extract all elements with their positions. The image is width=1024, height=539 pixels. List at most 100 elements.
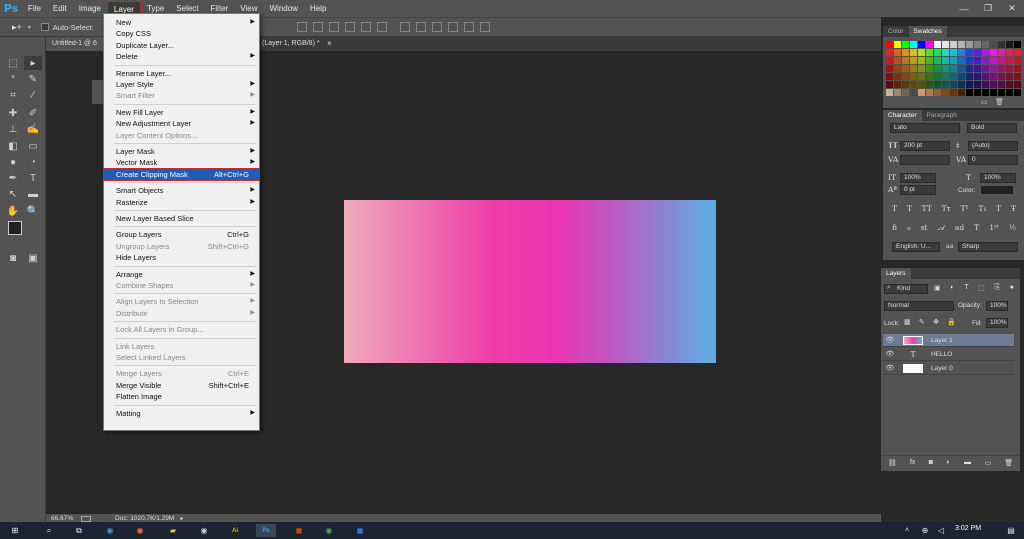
baseline-shift-field[interactable]: 0 pt	[900, 185, 936, 195]
color-swatch[interactable]	[982, 89, 989, 96]
color-swatch[interactable]	[982, 41, 989, 48]
color-swatch[interactable]	[886, 41, 893, 48]
gradient-tool-icon[interactable]: ▭	[24, 139, 42, 153]
move-tool-icon[interactable]: ▸	[24, 56, 42, 70]
menu-help[interactable]: Help	[304, 1, 332, 16]
tray-chevron-icon[interactable]: ˄	[900, 524, 914, 537]
all-caps-icon[interactable]: TT	[922, 204, 932, 214]
color-swatch[interactable]	[966, 57, 973, 64]
lock-transparent-icon[interactable]: ▦	[904, 318, 911, 328]
color-swatch[interactable]	[1006, 73, 1013, 80]
layer-menu-item-flatten-image[interactable]: Flatten Image	[104, 391, 259, 402]
tab-close-icon[interactable]: ×	[327, 37, 332, 51]
lock-pixels-icon[interactable]: ✎	[919, 318, 925, 328]
layer-menu-item-create-clipping-mask[interactable]: Create Clipping Mask Alt+Ctrl+G	[103, 167, 260, 181]
layer-row-layer1[interactable]: 👁 Layer 1	[883, 334, 1014, 347]
windows-start-icon[interactable]: ⊞	[8, 524, 22, 537]
color-swatch[interactable]	[990, 57, 997, 64]
color-swatch[interactable]	[998, 89, 1005, 96]
color-swatch[interactable]	[982, 57, 989, 64]
color-swatch[interactable]	[934, 65, 941, 72]
align-vcenter-icon[interactable]	[312, 22, 323, 32]
volume-icon[interactable]: ◁	[934, 524, 948, 537]
color-swatch[interactable]	[990, 41, 997, 48]
ordinal-icon[interactable]: 1ˢᵗ	[989, 223, 998, 233]
document-tab[interactable]: Untitled-1 @ 6	[46, 37, 104, 51]
tab-paragraph[interactable]: Paragraph	[922, 110, 962, 121]
link-layers-icon[interactable]: ⛓	[888, 459, 897, 467]
visibility-eye-icon[interactable]: 👁	[883, 364, 897, 372]
font-family-select[interactable]: Lato	[890, 123, 960, 133]
marquee-tool-icon[interactable]: ⬚	[4, 56, 22, 70]
horizontal-scale-field[interactable]: 100%	[980, 173, 1016, 183]
layer-menu-item-new-fill-layer[interactable]: New Fill Layer ▶	[104, 107, 259, 118]
menu-file[interactable]: File	[22, 1, 47, 16]
color-swatch[interactable]	[934, 49, 941, 56]
hand-tool-icon[interactable]: ✋	[4, 204, 22, 218]
color-swatch[interactable]	[966, 65, 973, 72]
color-swatch[interactable]	[958, 41, 965, 48]
color-swatch[interactable]	[934, 73, 941, 80]
color-swatch[interactable]	[942, 89, 949, 96]
pen-tool-icon[interactable]: ✒	[4, 171, 22, 185]
color-swatch[interactable]	[966, 73, 973, 80]
color-swatch[interactable]	[886, 73, 893, 80]
filter-smart-icon[interactable]: ⎘	[994, 284, 1000, 294]
color-swatch[interactable]	[934, 89, 941, 96]
layer-menu-item-rasterize[interactable]: Rasterize ▶	[104, 197, 259, 208]
align-left-icon[interactable]	[344, 22, 355, 32]
fill-field[interactable]: 100%	[986, 318, 1008, 328]
color-swatch[interactable]	[910, 41, 917, 48]
brush-tool-icon[interactable]: ✐	[24, 106, 42, 120]
distribute-top-icon[interactable]	[399, 22, 410, 32]
word-icon[interactable]: ◼	[353, 524, 367, 537]
color-swatch[interactable]	[902, 81, 909, 88]
color-swatch[interactable]	[998, 57, 1005, 64]
color-swatch[interactable]	[1014, 89, 1021, 96]
color-swatch[interactable]	[926, 65, 933, 72]
file-explorer-icon[interactable]: ▰	[166, 524, 180, 537]
color-swatch[interactable]	[1014, 57, 1021, 64]
photoshop-taskbar-icon[interactable]: Ps	[256, 524, 276, 537]
task-view-icon[interactable]: ⧉	[72, 524, 86, 537]
color-swatch[interactable]	[918, 57, 925, 64]
chrome-icon[interactable]: ◉	[322, 524, 336, 537]
filter-shape-icon[interactable]: ⬚	[978, 284, 985, 294]
superscript-icon[interactable]: T¹	[961, 204, 969, 214]
visibility-eye-icon[interactable]: 👁	[883, 350, 897, 358]
color-swatch[interactable]	[942, 49, 949, 56]
language-select[interactable]: English: U...	[892, 242, 940, 252]
discretionary-lig-icon[interactable]: st	[921, 223, 928, 233]
faux-bold-icon[interactable]: T	[892, 204, 897, 214]
small-caps-icon[interactable]: Tт	[942, 204, 951, 214]
ligature-icon[interactable]: ﬁ	[892, 223, 897, 233]
layer-menu-item-rename-layer[interactable]: Rename Layer...	[104, 68, 259, 79]
kerning-field[interactable]	[900, 155, 950, 165]
color-swatch[interactable]	[926, 81, 933, 88]
crop-tool-icon[interactable]: ⌗	[4, 88, 22, 102]
layer-menu-item-smart-objects[interactable]: Smart Objects ▶	[104, 185, 259, 196]
illustrator-icon[interactable]: Ai	[228, 524, 242, 537]
color-swatch[interactable]	[1006, 41, 1013, 48]
color-swatch[interactable]	[950, 41, 957, 48]
color-swatch[interactable]	[958, 89, 965, 96]
dodge-tool-icon[interactable]: ◔	[24, 155, 42, 169]
filter-type-icon[interactable]: T	[964, 284, 968, 294]
color-swatch[interactable]	[998, 73, 1005, 80]
layer-menu-item-hide-layers[interactable]: Hide Layers	[104, 252, 259, 263]
layer-row-layer0[interactable]: 👁 Layer 0	[883, 362, 1014, 375]
filter-toggle-icon[interactable]: ●	[1010, 284, 1014, 294]
clone-stamp-tool-icon[interactable]: ⊥	[4, 122, 22, 136]
color-swatch[interactable]	[902, 89, 909, 96]
minimize-icon[interactable]: —	[952, 0, 976, 17]
color-swatch[interactable]	[942, 57, 949, 64]
clock-time[interactable]: 3:02 PM	[955, 525, 981, 532]
color-swatch[interactable]	[886, 57, 893, 64]
layer-menu-item-new[interactable]: New ▶	[104, 17, 259, 28]
color-swatch[interactable]	[942, 41, 949, 48]
color-swatch[interactable]	[974, 57, 981, 64]
history-brush-tool-icon[interactable]: ✍	[24, 122, 42, 136]
color-swatch[interactable]	[1006, 49, 1013, 56]
lock-position-icon[interactable]: ✥	[933, 318, 939, 328]
color-swatch[interactable]	[990, 81, 997, 88]
